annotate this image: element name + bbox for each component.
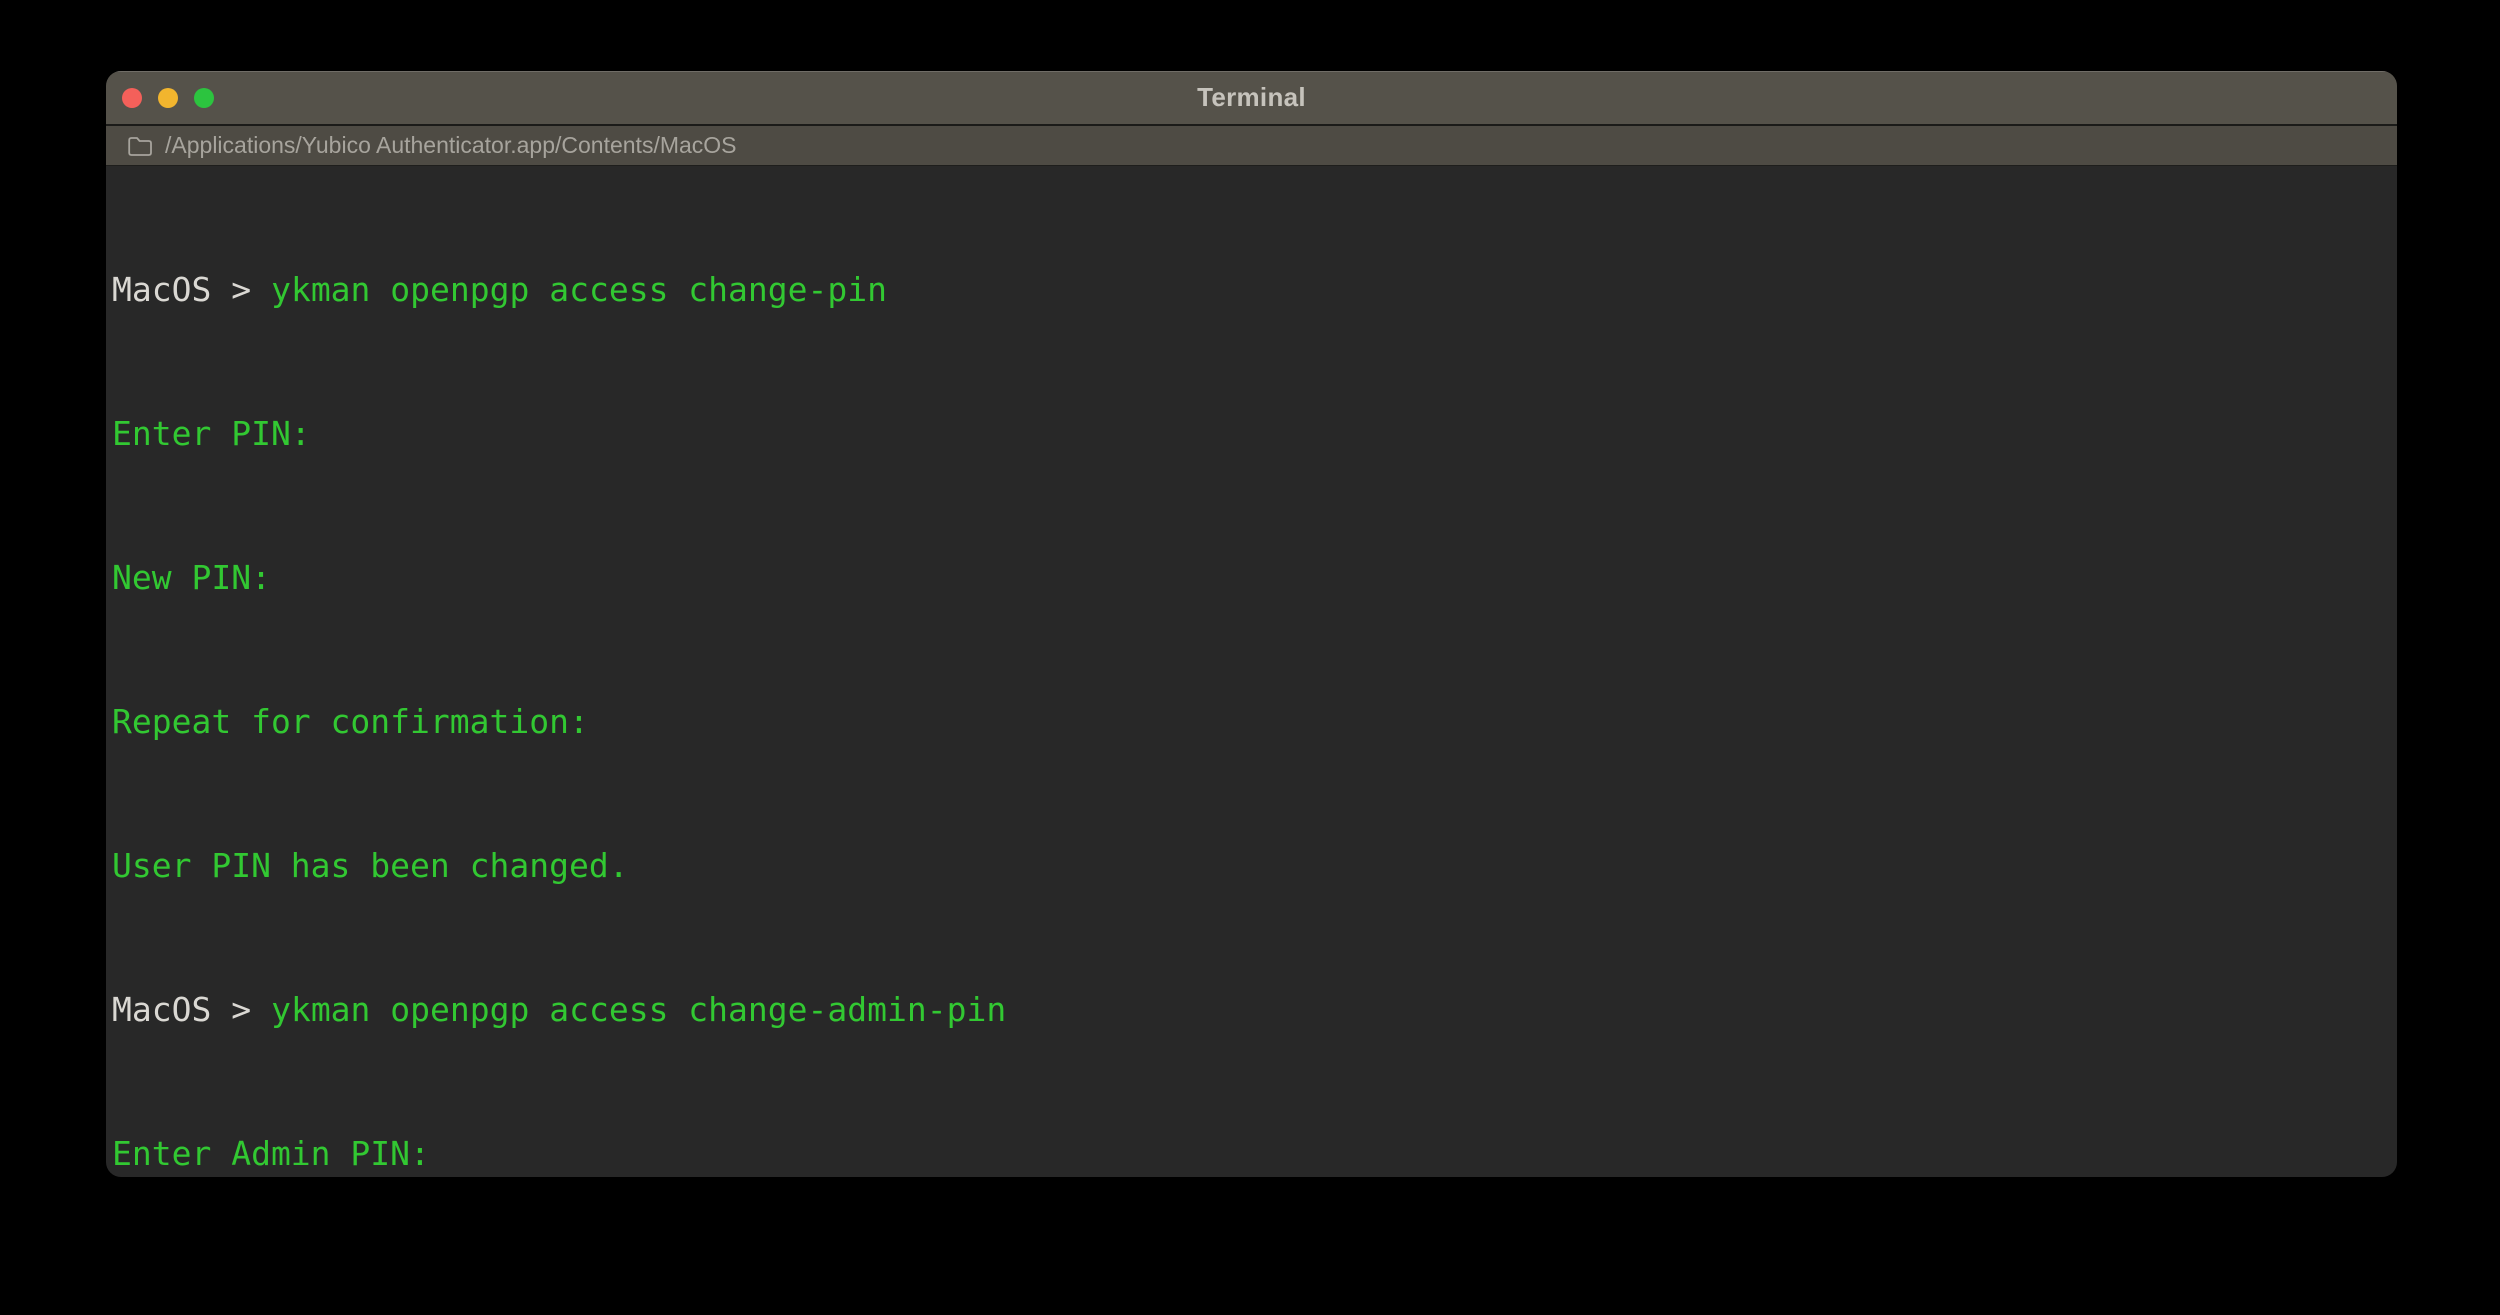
output-text: New PIN: bbox=[112, 558, 271, 597]
terminal-line: Enter PIN: bbox=[112, 410, 2387, 458]
window-title: Terminal bbox=[1197, 82, 1306, 112]
terminal-window: Terminal /Applications/Yubico Authentica… bbox=[106, 71, 2397, 1177]
terminal-line: MacOS > ykman openpgp access change-admin… bbox=[112, 986, 2387, 1034]
shell-prompt: MacOS > bbox=[112, 990, 252, 1029]
output-text: Enter PIN: bbox=[112, 414, 311, 453]
close-button[interactable] bbox=[122, 87, 142, 108]
terminal-line: User PIN has been changed. bbox=[112, 842, 2387, 890]
command-text: ykman openpgp access change-pin bbox=[271, 270, 887, 309]
title-bar[interactable]: Terminal bbox=[106, 71, 2397, 126]
terminal-content[interactable]: MacOS > ykman openpgp access change-pin E… bbox=[106, 166, 2397, 1177]
terminal-line: Enter Admin PIN: bbox=[112, 1130, 2387, 1177]
shell-prompt: MacOS > bbox=[112, 270, 252, 309]
terminal-line: MacOS > ykman openpgp access change-pin bbox=[112, 266, 2387, 314]
output-text: Repeat for confirmation: bbox=[112, 702, 589, 741]
desktop-background: Terminal /Applications/Yubico Authentica… bbox=[0, 0, 2500, 1315]
zoom-button[interactable] bbox=[194, 87, 214, 108]
traffic-lights bbox=[122, 71, 214, 124]
working-directory-path: /Applications/Yubico Authenticator.app/C… bbox=[165, 132, 737, 158]
terminal-line: Repeat for confirmation: bbox=[112, 698, 2387, 746]
output-text: Enter Admin PIN: bbox=[112, 1134, 430, 1173]
path-bar[interactable]: /Applications/Yubico Authenticator.app/C… bbox=[106, 126, 2397, 166]
output-text: User PIN has been changed. bbox=[112, 846, 629, 885]
terminal-line: New PIN: bbox=[112, 554, 2387, 602]
folder-icon bbox=[127, 135, 153, 157]
minimize-button[interactable] bbox=[158, 87, 178, 108]
command-text: ykman openpgp access change-admin-pin bbox=[271, 990, 1007, 1029]
